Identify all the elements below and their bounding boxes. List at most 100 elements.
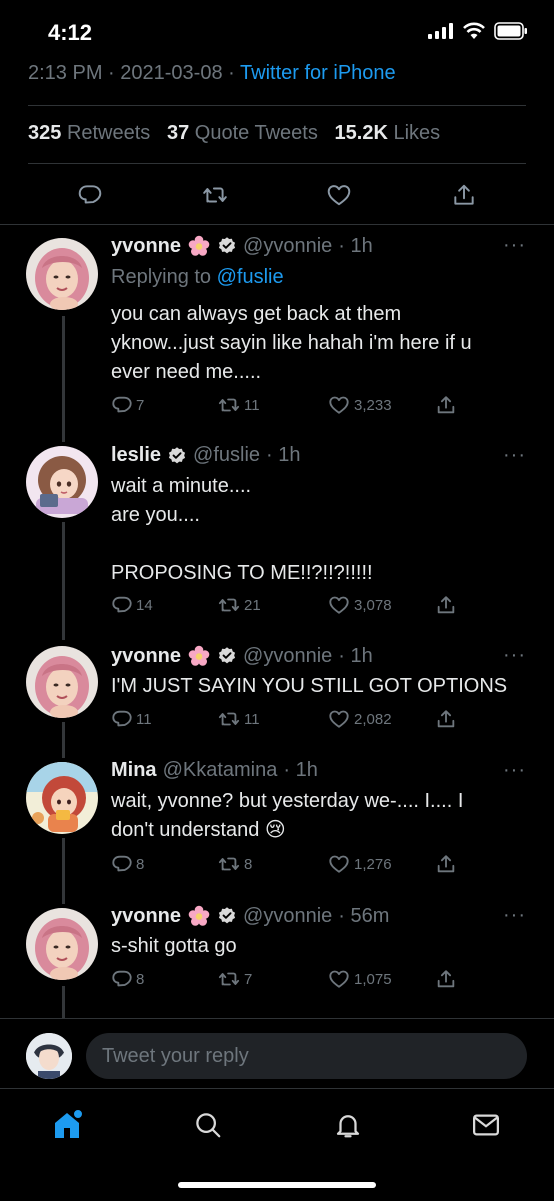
status-icons xyxy=(428,22,528,40)
avatar[interactable] xyxy=(26,762,98,834)
like-icon xyxy=(327,968,351,990)
retweet-icon xyxy=(217,708,241,730)
share-button[interactable] xyxy=(435,594,457,616)
author-handle[interactable]: @Kkatamina xyxy=(163,759,278,782)
replying-to-label: Replying to xyxy=(111,266,212,288)
like-count: 3,078 xyxy=(354,596,392,614)
mention-link[interactable]: @fuslie xyxy=(217,266,284,288)
share-button[interactable] xyxy=(435,853,457,875)
quotes-count: 37 xyxy=(166,122,190,144)
tweet-date: 2021-03-08 xyxy=(120,62,223,84)
reply-count: 8 xyxy=(136,855,145,873)
like-icon xyxy=(327,185,351,206)
reply-button[interactable]: 8 xyxy=(111,853,144,875)
share-button[interactable] xyxy=(435,708,457,730)
tweet-time: · 56m xyxy=(338,904,390,927)
like-count: 1,075 xyxy=(354,970,392,988)
retweet-button[interactable] xyxy=(195,175,235,215)
main-tweet-actions xyxy=(28,175,526,215)
tweet-time: · 1h xyxy=(338,644,373,667)
avatar[interactable] xyxy=(26,446,98,518)
retweet-count: 11 xyxy=(244,710,260,728)
more-options-button[interactable]: ··· xyxy=(503,644,526,667)
retweet-button[interactable]: 7 xyxy=(217,968,252,990)
tweet-actions: 11 11 2,082 xyxy=(111,708,471,732)
reply-button[interactable]: 8 xyxy=(111,968,144,990)
share-button[interactable] xyxy=(444,175,484,215)
author-name[interactable]: Mina xyxy=(111,759,157,782)
reply-icon xyxy=(111,594,133,616)
retweet-button[interactable]: 21 xyxy=(217,594,261,616)
tweet-time: 2:13 PM xyxy=(28,62,103,84)
author-handle[interactable]: @fuslie xyxy=(193,444,260,467)
quotes-stat[interactable]: 37 Quote Tweets xyxy=(167,122,318,144)
reply-button[interactable]: 11 xyxy=(111,708,152,730)
reply-button[interactable] xyxy=(70,175,110,215)
like-button[interactable]: 1,276 xyxy=(327,853,392,875)
likes-stat[interactable]: 15.2K Likes xyxy=(335,122,441,144)
author-handle[interactable]: @yvonnie xyxy=(243,905,332,928)
divider xyxy=(28,105,526,106)
avatar[interactable] xyxy=(26,908,98,980)
tweet-text: you can always get back at them yknow...… xyxy=(111,303,472,383)
author-handle[interactable]: @yvonnie xyxy=(243,235,332,258)
share-icon xyxy=(435,968,457,990)
retweet-button[interactable]: 8 xyxy=(217,853,252,875)
like-count: 2,082 xyxy=(354,710,392,728)
home-indicator xyxy=(178,1182,376,1188)
tweet-header: yvonne @yvonnie · 1h xyxy=(111,234,373,258)
share-button[interactable] xyxy=(435,968,457,990)
tweet-text: wait a minute.... are you.... PROPOSING … xyxy=(111,475,373,584)
author-name[interactable]: leslie xyxy=(111,444,161,467)
more-options-button[interactable]: ··· xyxy=(503,234,526,257)
flower-icon xyxy=(187,904,211,928)
tweet-meta: 2:13 PM · 2021-03-08 · Twitter for iPhon… xyxy=(28,62,396,85)
tweet-text: s-shit gotta go xyxy=(111,935,237,957)
reply-button[interactable]: 14 xyxy=(111,594,153,616)
author-name[interactable]: yvonne xyxy=(111,645,181,668)
tab-home[interactable] xyxy=(48,1105,88,1145)
reply-composer xyxy=(0,1018,554,1087)
user-avatar[interactable] xyxy=(26,1033,72,1079)
tweet-header: Mina @Kkatamina · 1h xyxy=(111,759,318,782)
author-name[interactable]: yvonne xyxy=(111,905,181,928)
like-button[interactable]: 3,078 xyxy=(327,594,392,616)
share-button[interactable] xyxy=(435,394,457,416)
reply-icon xyxy=(111,853,133,875)
share-icon xyxy=(435,708,457,730)
verified-icon xyxy=(167,446,187,466)
author-handle[interactable]: @yvonnie xyxy=(243,645,332,668)
tweet-actions: 7 11 3,233 xyxy=(111,394,471,418)
tab-notifications[interactable] xyxy=(328,1105,368,1145)
like-button[interactable] xyxy=(319,175,359,215)
share-icon xyxy=(435,394,457,416)
retweets-stat[interactable]: 325 Retweets xyxy=(28,122,150,144)
status-time: 4:12 xyxy=(48,20,93,45)
tab-search[interactable] xyxy=(188,1105,228,1145)
tweet-header: yvonne @yvonnie · 1h xyxy=(111,644,373,668)
more-options-button[interactable]: ··· xyxy=(503,904,526,927)
like-button[interactable]: 3,233 xyxy=(327,394,392,416)
thread-line xyxy=(62,986,65,1018)
retweet-button[interactable]: 11 xyxy=(217,708,260,730)
more-options-button[interactable]: ··· xyxy=(503,444,526,467)
share-icon xyxy=(454,184,474,205)
retweet-icon xyxy=(217,853,241,875)
tweet-stats: 325 Retweets 37 Quote Tweets 15.2K Likes xyxy=(28,122,440,145)
avatar[interactable] xyxy=(26,238,98,310)
messages-icon xyxy=(473,1114,499,1136)
divider xyxy=(28,163,526,164)
meta-separator: · xyxy=(228,62,235,84)
reply-button[interactable]: 7 xyxy=(111,394,144,416)
like-icon xyxy=(327,708,351,730)
author-name[interactable]: yvonne xyxy=(111,235,181,258)
reply-input[interactable] xyxy=(86,1033,527,1079)
tab-messages[interactable] xyxy=(466,1105,506,1145)
avatar[interactable] xyxy=(26,646,98,718)
retweet-button[interactable]: 11 xyxy=(217,394,260,416)
status-bar: 4:12 xyxy=(0,0,554,62)
tweet-source-link[interactable]: Twitter for iPhone xyxy=(240,62,396,84)
more-options-button[interactable]: ··· xyxy=(503,759,526,782)
like-button[interactable]: 1,075 xyxy=(327,968,392,990)
like-button[interactable]: 2,082 xyxy=(327,708,392,730)
